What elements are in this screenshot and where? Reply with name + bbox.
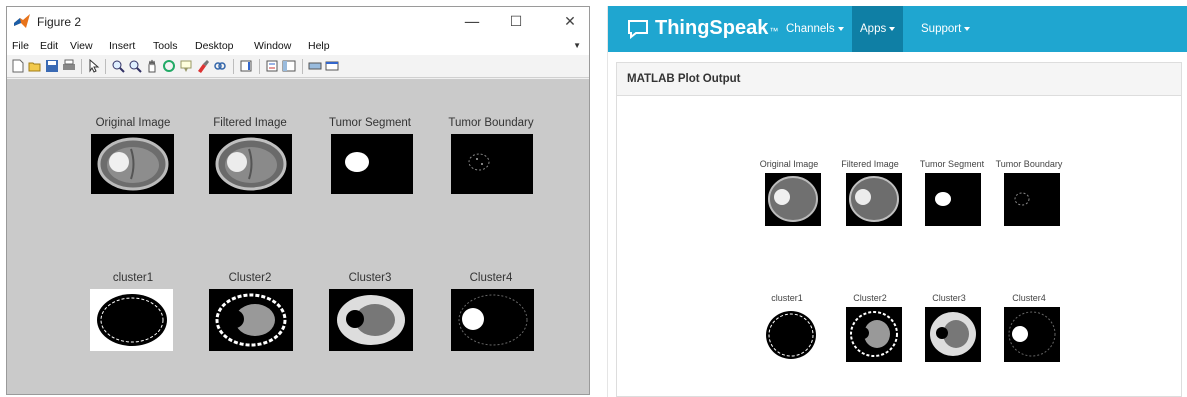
menu-insert[interactable]: Insert <box>109 40 135 52</box>
show-plot-tools-icon[interactable] <box>308 59 322 73</box>
menu-window[interactable]: Window <box>254 40 291 52</box>
subplot-title: Original Image <box>759 159 819 169</box>
subplot-title: cluster1 <box>112 272 154 284</box>
menu-tools[interactable]: Tools <box>153 40 178 52</box>
close-button[interactable]: ✕ <box>555 10 585 34</box>
hide-plot-tools-icon[interactable] <box>282 59 296 73</box>
subplot-title: cluster1 <box>771 293 803 303</box>
thingspeak-page: ThingSpeak ™ Channels Apps Support MATLAB… <box>607 6 1187 397</box>
cluster2-image <box>209 289 293 351</box>
toolbar-separator <box>81 59 82 74</box>
cluster1-image <box>763 307 819 362</box>
matlab-logo-icon <box>14 14 30 28</box>
nav-support[interactable]: Support <box>913 6 978 52</box>
thingspeak-navbar: ThingSpeak ™ Channels Apps Support <box>608 6 1187 52</box>
original-image <box>91 134 174 194</box>
zoom-out-icon[interactable] <box>128 59 142 73</box>
cluster4-image <box>1004 307 1060 362</box>
subplot-title: Cluster4 <box>1012 293 1046 303</box>
link-icon[interactable] <box>213 59 227 73</box>
toolbar-separator <box>105 59 106 74</box>
subplot-title: Tumor Segment <box>328 117 412 129</box>
brush-icon[interactable] <box>196 59 210 73</box>
cluster3-image <box>329 289 413 351</box>
chat-bubble-icon <box>628 19 648 39</box>
rotate-icon[interactable] <box>162 59 176 73</box>
data-cursor-icon[interactable] <box>179 59 193 73</box>
zoom-in-icon[interactable] <box>111 59 125 73</box>
window-titlebar: Figure 2 — ☐ ✕ <box>7 7 589 38</box>
subplot-title: Original Image <box>95 117 171 129</box>
dock-figure-icon[interactable] <box>325 59 339 73</box>
menu-file[interactable]: File <box>12 40 29 52</box>
insert-legend-icon[interactable] <box>265 59 279 73</box>
print-icon[interactable] <box>62 59 76 73</box>
cluster3-image <box>925 307 981 362</box>
menu-help[interactable]: Help <box>308 40 330 52</box>
window-title: Figure 2 <box>37 15 82 29</box>
minimize-button[interactable]: — <box>457 10 487 34</box>
subplot-title: Filtered Image <box>841 159 899 169</box>
subplot-title: Cluster4 <box>469 272 513 284</box>
subplot-title: Tumor Boundary <box>448 117 534 129</box>
chevron-down-icon <box>837 26 844 31</box>
tumor-boundary-image <box>1004 173 1060 226</box>
menu-edit[interactable]: Edit <box>40 40 58 52</box>
menu-bar: File Edit View Insert Tools Desktop Wind… <box>7 38 589 55</box>
matlab-figure-window: Figure 2 — ☐ ✕ File Edit View Insert Too… <box>6 6 590 395</box>
toolbar-separator <box>259 59 260 74</box>
tumor-segment-image <box>331 134 413 194</box>
filtered-image <box>209 134 292 194</box>
filtered-image <box>846 173 902 226</box>
cluster4-image <box>451 289 534 351</box>
subplot-title: Cluster2 <box>853 293 887 303</box>
panel-title: MATLAB Plot Output <box>617 63 1181 96</box>
tumor-segment-image <box>925 173 981 226</box>
plot-output-panel: MATLAB Plot Output Original Image Filter… <box>616 62 1182 397</box>
figure-toolbar <box>7 55 589 78</box>
nav-channels[interactable]: Channels <box>778 6 852 52</box>
subplot-title: Cluster3 <box>932 293 966 303</box>
new-figure-icon[interactable] <box>11 59 25 73</box>
maximize-button[interactable]: ☐ <box>501 10 531 34</box>
cluster1-image <box>90 289 173 351</box>
tumor-boundary-image <box>451 134 533 194</box>
menu-overflow-arrow-icon[interactable]: ▼ <box>573 41 581 50</box>
subplot-title: Cluster3 <box>348 272 392 284</box>
nav-apps[interactable]: Apps <box>852 6 904 52</box>
thingspeak-brand[interactable]: ThingSpeak ™ <box>627 17 778 40</box>
pointer-icon[interactable] <box>87 59 101 73</box>
menu-view[interactable]: View <box>70 40 93 52</box>
menu-desktop[interactable]: Desktop <box>195 40 234 52</box>
chevron-down-icon <box>889 26 896 31</box>
original-image <box>765 173 821 226</box>
subplot-title: Tumor Boundary <box>995 159 1063 169</box>
brand-name: ThingSpeak <box>655 17 769 39</box>
figure-canvas: Original Image Filtered Image Tumor Segm… <box>7 79 589 394</box>
subplot-title: Filtered Image <box>213 117 287 129</box>
trademark-mark: ™ <box>769 25 779 36</box>
cluster2-image <box>846 307 902 362</box>
toolbar-separator <box>233 59 234 74</box>
open-file-icon[interactable] <box>28 59 42 73</box>
insert-colorbar-icon[interactable] <box>239 59 253 73</box>
chevron-down-icon <box>964 26 971 31</box>
pan-icon[interactable] <box>145 59 159 73</box>
subplot-title: Cluster2 <box>228 272 272 284</box>
toolbar-separator <box>302 59 303 74</box>
save-icon[interactable] <box>45 59 59 73</box>
